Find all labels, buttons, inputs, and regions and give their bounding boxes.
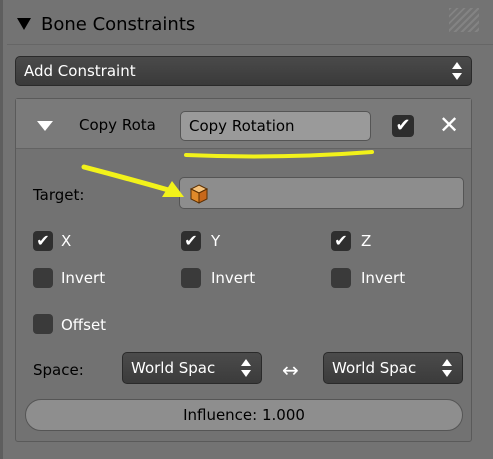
bone-constraints-panel: Bone Constraints Add Constraint Copy Rot… xyxy=(0,0,493,459)
delete-constraint-icon[interactable]: ✕ xyxy=(436,112,462,138)
collapse-triangle-icon[interactable] xyxy=(17,18,31,30)
z-axis-label: Z xyxy=(361,232,372,250)
updown-arrows-icon xyxy=(241,359,251,377)
owner-space-value: World Spac xyxy=(131,359,216,377)
updown-arrows-icon xyxy=(442,359,452,377)
influence-value: Influence: 1.000 xyxy=(183,406,305,424)
constraint-header: Copy Rota Copy Rotation ✔ ✕ xyxy=(16,99,471,149)
yellow-arrow-annotation xyxy=(81,164,184,197)
z-invert-label: Invert xyxy=(361,269,406,287)
offset-checkbox[interactable] xyxy=(33,314,53,334)
x-axis-label: X xyxy=(61,232,72,250)
enable-checkbox[interactable]: ✔ xyxy=(392,115,414,137)
y-axis-label: Y xyxy=(211,232,221,250)
updown-arrows-icon xyxy=(452,62,462,80)
offset-label: Offset xyxy=(61,316,107,334)
target-field[interactable] xyxy=(179,177,464,209)
drag-grip-icon[interactable] xyxy=(449,8,479,32)
panel-title: Bone Constraints xyxy=(41,13,196,35)
divider xyxy=(7,44,493,45)
y-axis-checkbox[interactable]: ✔ xyxy=(181,231,201,251)
target-space-dropdown[interactable]: World Spac xyxy=(323,352,463,384)
constraint-type-label: Copy Rota xyxy=(79,116,156,134)
target-space-value: World Spac xyxy=(332,359,417,377)
x-axis-checkbox[interactable]: ✔ xyxy=(33,231,53,251)
x-invert-label: Invert xyxy=(61,269,106,287)
constraint-box: Copy Rota Copy Rotation ✔ ✕ Target: ✔ X … xyxy=(15,98,472,442)
swap-arrows-icon: ↔ xyxy=(282,358,299,382)
space-label: Space: xyxy=(33,361,84,379)
add-constraint-dropdown[interactable]: Add Constraint xyxy=(15,56,472,86)
owner-space-dropdown[interactable]: World Spac xyxy=(122,352,262,384)
target-label: Target: xyxy=(33,186,85,204)
constraint-name-value: Copy Rotation xyxy=(189,117,295,135)
z-invert-checkbox[interactable] xyxy=(331,268,351,288)
y-invert-checkbox[interactable] xyxy=(181,268,201,288)
add-constraint-label: Add Constraint xyxy=(24,62,136,80)
z-axis-checkbox[interactable]: ✔ xyxy=(331,231,351,251)
y-invert-label: Invert xyxy=(211,269,256,287)
influence-slider[interactable]: Influence: 1.000 xyxy=(25,399,463,431)
constraint-name-field[interactable]: Copy Rotation xyxy=(180,111,371,141)
x-invert-checkbox[interactable] xyxy=(33,268,53,288)
panel-header[interactable]: Bone Constraints xyxy=(17,10,195,38)
armature-object-icon xyxy=(189,184,209,204)
yellow-underline-annotation xyxy=(184,150,374,159)
expand-triangle-icon[interactable] xyxy=(37,121,53,131)
